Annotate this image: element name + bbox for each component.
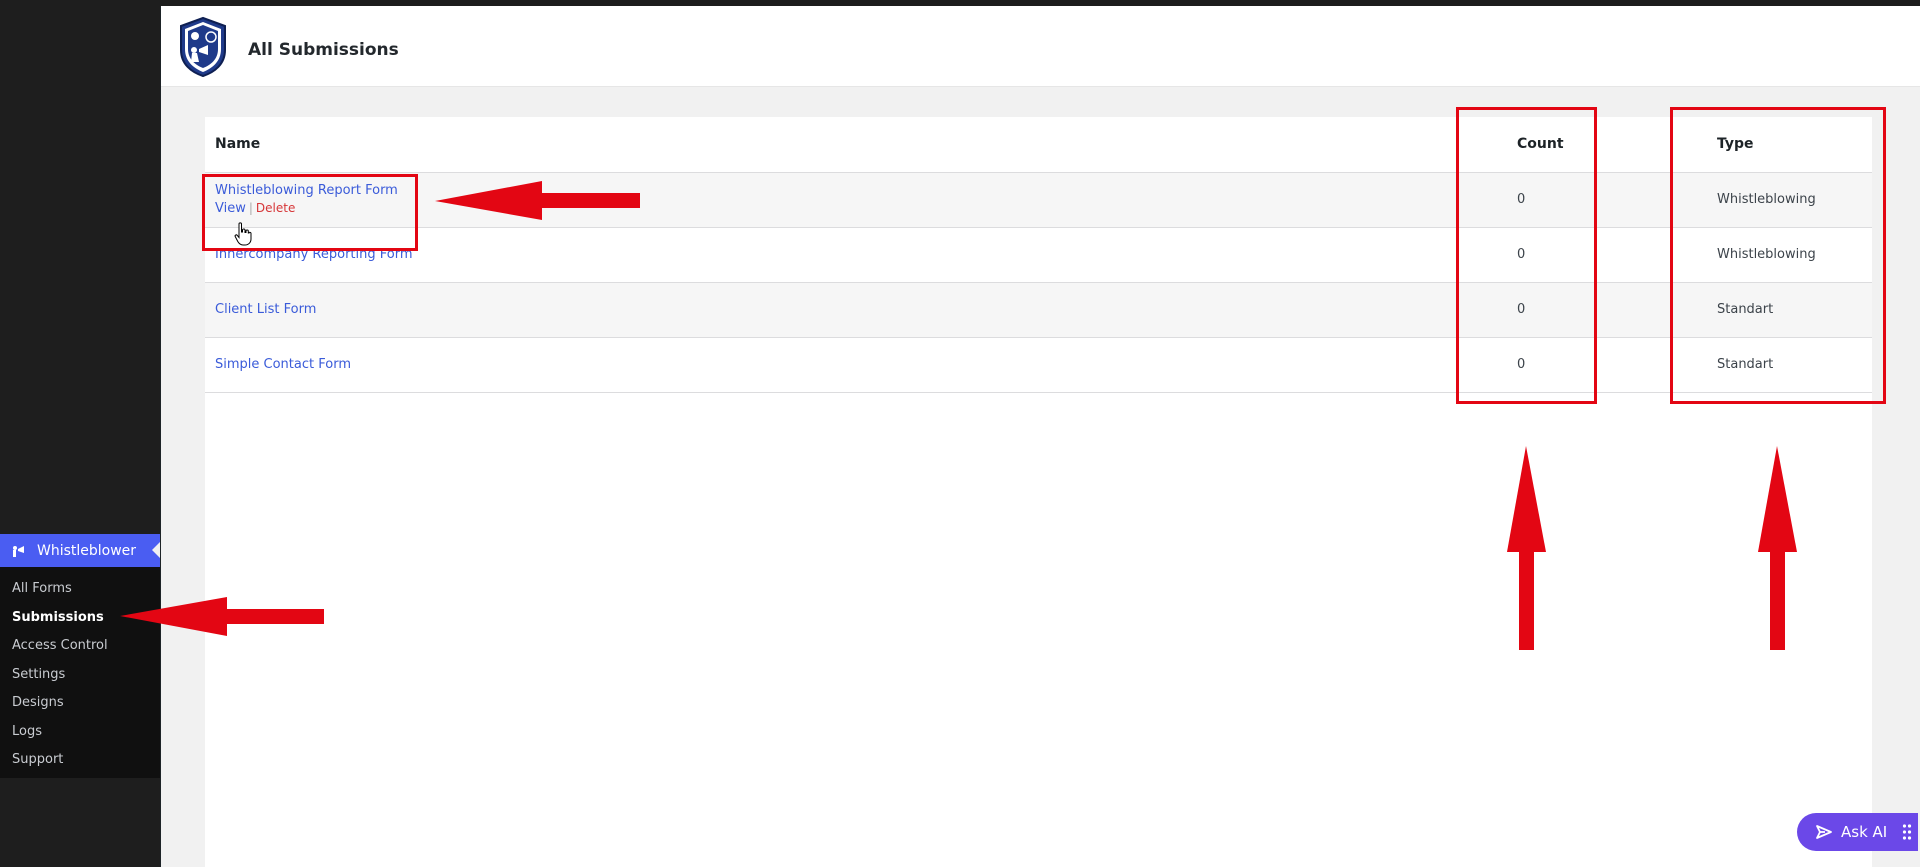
hand-cursor-icon <box>234 222 252 246</box>
annotation-arrow-submissions <box>120 597 324 636</box>
annotation-arrow-count <box>1507 446 1546 650</box>
ask-ai-button[interactable]: Ask AI <box>1797 813 1918 851</box>
ask-ai-icon <box>1815 823 1833 841</box>
annotation-arrows <box>120 181 1797 650</box>
annotation-arrow-type <box>1758 446 1797 650</box>
ask-ai-label: Ask AI <box>1841 823 1888 841</box>
drag-grip-icon[interactable] <box>1902 823 1912 841</box>
annotation-arrow-form <box>435 181 640 220</box>
